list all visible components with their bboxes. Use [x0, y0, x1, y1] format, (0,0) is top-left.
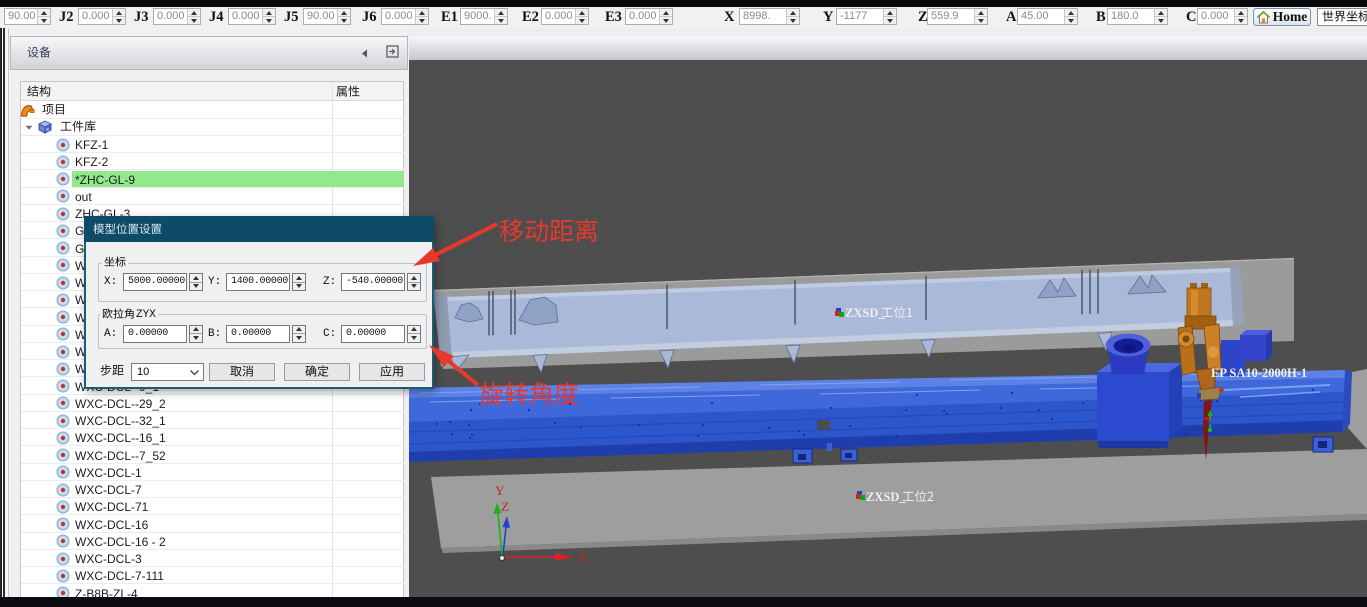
svg-text:Y: Y	[495, 483, 505, 498]
svg-text:EP SA10-2000H-1: EP SA10-2000H-1	[1211, 366, 1307, 380]
svg-text:Z: Z	[501, 499, 509, 514]
svg-text:X: X	[578, 549, 588, 564]
svg-text:ZXSD_: ZXSD_	[845, 306, 885, 320]
svg-text:ZXSD_: ZXSD_	[866, 490, 906, 504]
